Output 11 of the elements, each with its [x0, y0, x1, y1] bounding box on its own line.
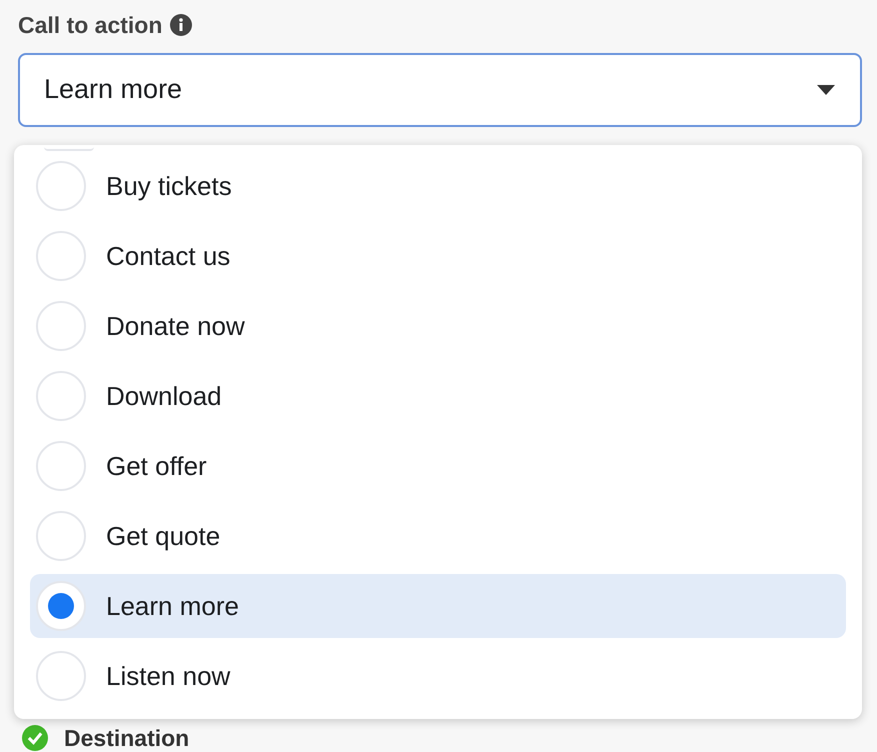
menu-option[interactable]: Learn more: [30, 574, 846, 638]
field-label: Call to action: [18, 11, 162, 40]
menu-option[interactable]: Get offer: [30, 434, 846, 498]
select-field[interactable]: Learn more: [18, 52, 862, 126]
menu-option[interactable]: Listen now: [30, 644, 846, 708]
menu-option[interactable]: Contact us: [30, 224, 846, 288]
section-title: Destination: [64, 725, 190, 751]
menu-option[interactable]: Download: [30, 364, 846, 428]
menu-option[interactable]: Get quote: [30, 504, 846, 568]
menu-option[interactable]: Buy tickets: [30, 154, 846, 218]
menu-option[interactable]: Donate now: [30, 294, 846, 358]
